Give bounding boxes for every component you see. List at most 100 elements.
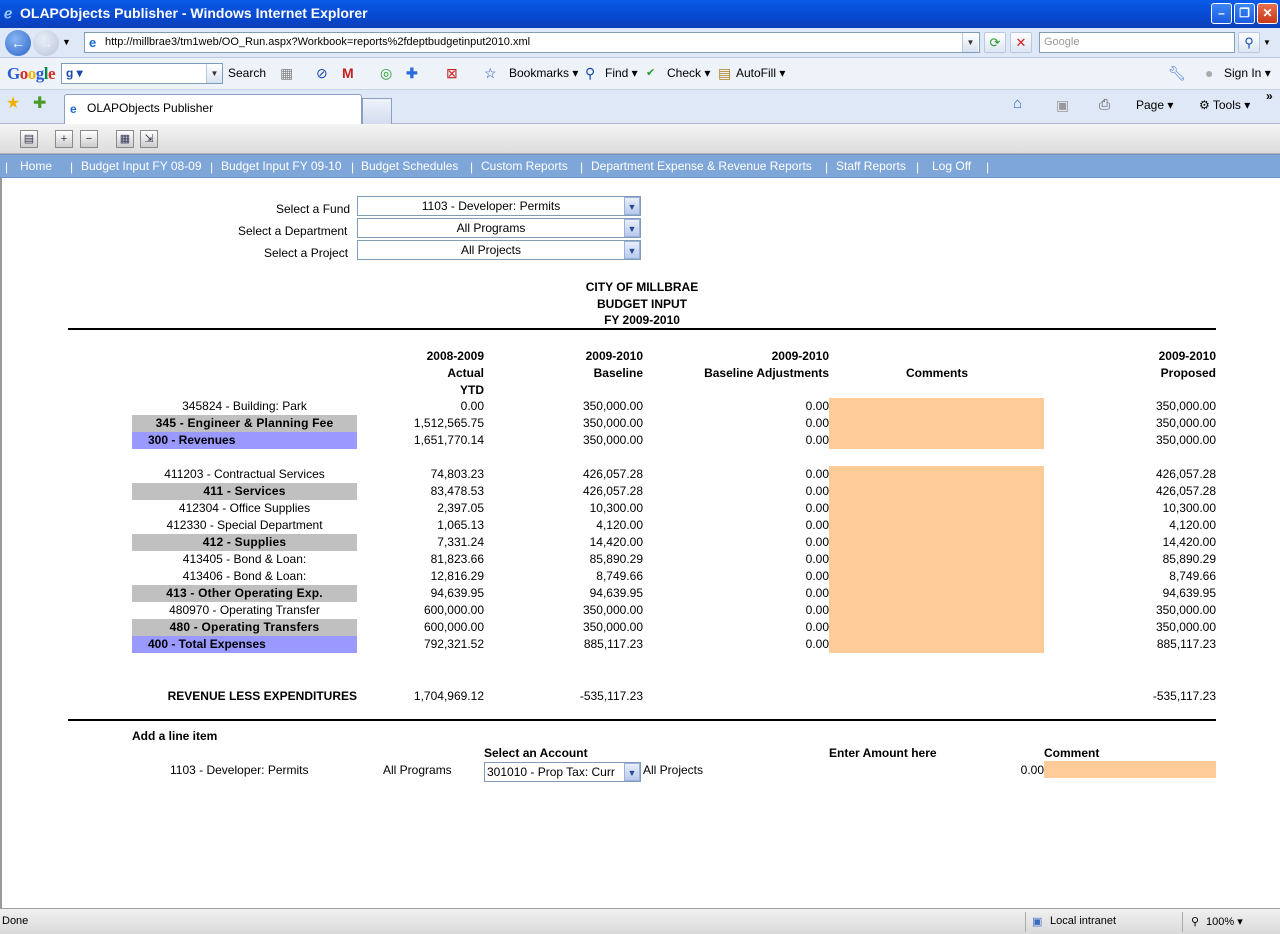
- row-account: 412304 - Office Supplies: [178, 501, 311, 515]
- col-proposed-header: 2009-2010 Proposed: [1158, 349, 1216, 380]
- project-select-value: All Projects: [460, 243, 522, 257]
- fund-select[interactable]: 1103 - Developer: Permits ▼: [357, 196, 641, 216]
- table-row: 400 - Total Expenses 792,321.52 885,117.…: [2, 636, 1280, 653]
- settings-wrench-icon[interactable]: 🔧︎: [1168, 65, 1186, 81]
- menu-budget-input-fy-09-10[interactable]: Budget Input FY 09-10: [221, 159, 342, 173]
- window-title: OLAPObjects Publisher - Windows Internet…: [20, 5, 368, 21]
- account-select[interactable]: 301010 - Prop Tax: Curr ▼: [484, 762, 641, 782]
- add-favorite-icon[interactable]: ✚: [33, 96, 46, 112]
- cell-adjustment[interactable]: 0.00: [662, 568, 829, 585]
- gmail-icon[interactable]: M: [342, 65, 354, 81]
- cell-adjustment[interactable]: 0.00: [662, 551, 829, 568]
- menu-staff-reports[interactable]: Staff Reports: [836, 159, 906, 173]
- home-icon[interactable]: ⌂: [1013, 96, 1022, 112]
- cell-actual: 792,321.52: [423, 637, 484, 651]
- row-account: 400 - Total Expenses: [132, 636, 357, 653]
- cell-baseline: 426,057.28: [582, 484, 643, 498]
- cell-adjustment: 0.00: [805, 637, 829, 651]
- address-dropdown-icon[interactable]: ▼: [962, 33, 978, 52]
- star-icon[interactable]: ☆: [484, 65, 497, 81]
- cell-adjustment[interactable]: 0.00: [662, 398, 829, 415]
- tools-menu[interactable]: ⚙ Tools ▾: [1199, 98, 1250, 112]
- back-button[interactable]: ←: [5, 30, 31, 56]
- zoom-in-icon[interactable]: +: [55, 130, 73, 148]
- cell-proposed: 350,000.00: [1155, 433, 1216, 447]
- cell-proposed: 85,890.29: [1162, 552, 1216, 566]
- department-select[interactable]: All Programs ▼: [357, 218, 641, 238]
- history-dropdown-icon[interactable]: ▼: [62, 37, 71, 47]
- menu-custom-reports[interactable]: Custom Reports: [481, 159, 568, 173]
- table-row: 411203 - Contractual Services 74,803.23 …: [2, 466, 1280, 483]
- more-chevron-icon[interactable]: »: [1266, 89, 1273, 103]
- comment-input[interactable]: [1044, 761, 1216, 778]
- menu-home[interactable]: Home: [20, 159, 52, 173]
- spellcheck-icon: ✔: [646, 67, 656, 79]
- tab-olapobjects-publisher[interactable]: e OLAPObjects Publisher: [64, 94, 362, 124]
- zoom-level[interactable]: 100% ▾: [1206, 915, 1243, 928]
- cell-baseline: 350,000.00: [582, 603, 643, 617]
- add-icon[interactable]: ✚: [406, 65, 418, 81]
- news-icon[interactable]: ▦: [280, 65, 293, 81]
- close-button[interactable]: ✕: [1257, 3, 1278, 24]
- compass-icon[interactable]: ⊘: [316, 65, 328, 81]
- address-bar[interactable]: e http://millbrae3/tm1web/OO_Run.aspx?Wo…: [84, 32, 980, 53]
- menu-department-reports[interactable]: Department Expense & Revenue Reports: [591, 159, 812, 173]
- cell-adjustment[interactable]: 0.00: [662, 466, 829, 483]
- menu-budget-schedules[interactable]: Budget Schedules: [361, 159, 458, 173]
- minimize-button[interactable]: –: [1211, 3, 1232, 24]
- autofill-menu[interactable]: AutoFill ▾: [736, 66, 785, 80]
- address-toolbar: ← → ▼ e http://millbrae3/tm1web/OO_Run.a…: [0, 28, 1280, 58]
- print-icon[interactable]: ⎙: [1099, 96, 1110, 112]
- google-search-dropdown-icon[interactable]: ▼: [206, 64, 222, 83]
- new-tab-button[interactable]: [362, 98, 392, 124]
- popup-blocker-icon[interactable]: ⊠: [446, 65, 458, 81]
- cell-adjustment[interactable]: 0.00: [662, 517, 829, 534]
- google-search-button[interactable]: Search: [228, 66, 266, 80]
- find-menu[interactable]: Find ▾: [605, 66, 638, 80]
- sign-in-menu[interactable]: Sign In ▾: [1224, 66, 1271, 80]
- window-titlebar: ℯ OLAPObjects Publisher - Windows Intern…: [0, 0, 1280, 28]
- cell-proposed: 885,117.23: [1156, 637, 1216, 651]
- security-zone[interactable]: Local intranet: [1050, 915, 1116, 927]
- table-row: 345 - Engineer & Planning Fee 1,512,565.…: [2, 415, 1280, 432]
- cell-baseline: 8,749.66: [596, 569, 643, 583]
- page-menu[interactable]: Page ▾: [1136, 98, 1173, 112]
- forward-button[interactable]: →: [33, 30, 59, 56]
- project-select[interactable]: All Projects ▼: [357, 240, 641, 260]
- chevron-down-icon[interactable]: ▼: [624, 219, 640, 237]
- address-url: http://millbrae3/tm1web/OO_Run.aspx?Work…: [105, 36, 531, 48]
- col-actual-header: 2008-2009 Actual YTD: [426, 349, 484, 397]
- check-menu[interactable]: Check ▾: [667, 66, 710, 80]
- feeds-icon[interactable]: ▣: [1056, 97, 1069, 113]
- zoom-out-icon[interactable]: −: [80, 130, 98, 148]
- menu-log-off[interactable]: Log Off: [932, 159, 971, 173]
- chevron-down-icon[interactable]: ▼: [624, 763, 640, 781]
- cell-actual: 2,397.05: [437, 501, 484, 515]
- page-view-icon[interactable]: ▤: [20, 130, 38, 148]
- favorites-star-icon[interactable]: ★: [6, 96, 20, 112]
- google-search-input[interactable]: g ▾: [61, 63, 223, 84]
- clipboard-icon[interactable]: ▦: [116, 130, 134, 148]
- amount-input[interactable]: 0.00: [992, 763, 1044, 777]
- search-input[interactable]: Google: [1039, 32, 1235, 53]
- picasa-icon[interactable]: ◎: [380, 65, 392, 81]
- chevron-down-icon[interactable]: ▼: [624, 241, 640, 259]
- account-select-value: 301010 - Prop Tax: Curr: [487, 765, 615, 779]
- maximize-button[interactable]: ❐: [1234, 3, 1255, 24]
- search-icon[interactable]: ⚲: [1238, 32, 1260, 53]
- export-icon[interactable]: ⇲: [140, 130, 158, 148]
- add-line-title: Add a line item: [132, 729, 218, 743]
- cell-adjustment[interactable]: 0.00: [662, 602, 829, 619]
- summary-rule: [68, 719, 1216, 721]
- search-options-icon[interactable]: ▼: [1263, 38, 1271, 47]
- google-logo: Google: [7, 64, 56, 83]
- chevron-down-icon[interactable]: ▼: [624, 197, 640, 215]
- stop-button[interactable]: ✕: [1010, 32, 1032, 53]
- bookmarks-menu[interactable]: Bookmarks ▾: [509, 66, 578, 80]
- ie-logo-icon: ℯ: [4, 5, 13, 21]
- project-label: Select a Project: [264, 246, 349, 260]
- cell-adjustment[interactable]: 0.00: [662, 500, 829, 517]
- refresh-button[interactable]: ⟳: [984, 32, 1006, 53]
- menu-budget-input-fy-08-09[interactable]: Budget Input FY 08-09: [81, 159, 202, 173]
- tab-label: OLAPObjects Publisher: [87, 101, 214, 115]
